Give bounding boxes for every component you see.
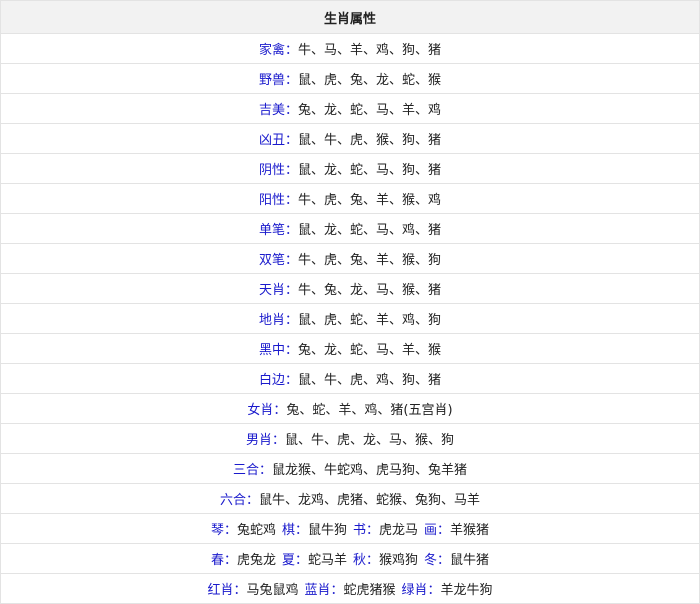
attribute-value: 兔、蛇、羊、鸡、猪(五宫肖) [286,403,453,418]
attribute-label: 春： [210,553,237,568]
attribute-value: 羊龙牛狗 [440,583,493,598]
attribute-value: 牛、虎、兔、羊、猴、狗 [298,253,442,268]
table-row: 阳性：牛、虎、兔、羊、猴、鸡 [0,183,700,214]
attribute-label: 黑中： [258,343,298,358]
table-row: 阴性：鼠、龙、蛇、马、狗、猪 [0,153,700,184]
table-header-row: 生肖属性 [0,0,700,34]
attribute-cell: 春：虎兔龙 夏：蛇马羊 秋：猴鸡狗 冬：鼠牛猪 [0,543,700,574]
attribute-label: 棋： [281,523,308,538]
attribute-label: 书： [353,523,380,538]
table-row: 黑中：兔、龙、蛇、马、羊、猴 [0,333,700,364]
attribute-cell: 白边：鼠、牛、虎、鸡、狗、猪 [0,363,700,394]
table-row: 三合：鼠龙猴、牛蛇鸡、虎马狗、兔羊猪 [0,453,700,484]
attribute-value: 兔、龙、蛇、马、羊、鸡 [298,103,442,118]
attribute-label: 单笔： [258,223,298,238]
table-row: 六合：鼠牛、龙鸡、虎猪、蛇猴、兔狗、马羊 [0,483,700,514]
attribute-value: 羊猴猪 [450,523,490,538]
attribute-cell: 地肖：鼠、虎、蛇、羊、鸡、狗 [0,303,700,334]
table-row: 双笔：牛、虎、兔、羊、猴、狗 [0,243,700,274]
attribute-cell: 阳性：牛、虎、兔、羊、猴、鸡 [0,183,700,214]
attribute-label: 凶丑： [258,133,298,148]
attribute-label: 三合： [232,463,272,478]
attribute-label: 冬： [424,553,451,568]
attribute-label: 蓝肖： [304,583,344,598]
attribute-value: 鼠牛猪 [450,553,490,568]
attribute-label: 男肖： [245,433,285,448]
attribute-cell: 单笔：鼠、龙、蛇、马、鸡、猪 [0,213,700,244]
attribute-cell: 阴性：鼠、龙、蛇、马、狗、猪 [0,153,700,184]
attribute-label: 天肖： [258,283,298,298]
attribute-value: 蛇马羊 [307,553,347,568]
attribute-label: 白边： [258,373,298,388]
attribute-value: 鼠、牛、虎、鸡、狗、猪 [298,373,442,388]
attribute-label: 阳性： [258,193,298,208]
attribute-label: 野兽： [258,73,298,88]
attribute-value: 鼠、虎、蛇、羊、鸡、狗 [298,313,442,328]
attribute-value: 鼠、龙、蛇、马、鸡、猪 [298,223,442,238]
attribute-cell: 男肖：鼠、牛、虎、龙、马、猴、狗 [0,423,700,454]
attribute-value: 鼠龙猴、牛蛇鸡、虎马狗、兔羊猪 [272,463,468,478]
attribute-value: 兔蛇鸡 [236,523,276,538]
attribute-cell: 黑中：兔、龙、蛇、马、羊、猴 [0,333,700,364]
attribute-value: 马兔鼠鸡 [246,583,299,598]
attribute-cell: 双笔：牛、虎、兔、羊、猴、狗 [0,243,700,274]
attribute-value: 牛、兔、龙、马、猴、猪 [298,283,442,298]
attribute-cell: 野兽：鼠、虎、兔、龙、蛇、猴 [0,63,700,94]
table-row: 天肖：牛、兔、龙、马、猴、猪 [0,273,700,304]
attribute-label: 女肖： [247,403,287,418]
zodiac-attributes-table: 生肖属性 家禽：牛、马、羊、鸡、狗、猪 野兽：鼠、虎、兔、龙、蛇、猴 吉美：兔、龙、… [0,0,700,604]
attribute-value: 蛇虎猪猴 [343,583,396,598]
table-row: 野兽：鼠、虎、兔、龙、蛇、猴 [0,63,700,94]
attribute-label: 秋： [353,553,380,568]
attribute-label: 画： [424,523,451,538]
attribute-value: 虎龙马 [379,523,419,538]
attribute-label: 家禽： [258,43,298,58]
attribute-value: 鼠、牛、虎、猴、狗、猪 [298,133,442,148]
attribute-cell: 凶丑：鼠、牛、虎、猴、狗、猪 [0,123,700,154]
attribute-value: 鼠、牛、虎、龙、马、猴、狗 [285,433,455,448]
attribute-value: 牛、虎、兔、羊、猴、鸡 [298,193,442,208]
attribute-cell: 三合：鼠龙猴、牛蛇鸡、虎马狗、兔羊猪 [0,453,700,484]
attribute-cell: 六合：鼠牛、龙鸡、虎猪、蛇猴、兔狗、马羊 [0,483,700,514]
table-row: 地肖：鼠、虎、蛇、羊、鸡、狗 [0,303,700,334]
attribute-cell: 琴：兔蛇鸡 棋：鼠牛狗 书：虎龙马 画：羊猴猪 [0,513,700,544]
attribute-label: 阴性： [258,163,298,178]
attribute-label: 吉美： [258,103,298,118]
attribute-cell: 天肖：牛、兔、龙、马、猴、猪 [0,273,700,304]
attribute-value: 兔、龙、蛇、马、羊、猴 [298,343,442,358]
table-row: 女肖：兔、蛇、羊、鸡、猪(五宫肖) [0,393,700,424]
table-row: 琴：兔蛇鸡 棋：鼠牛狗 书：虎龙马 画：羊猴猪 [0,513,700,544]
attribute-value: 鼠牛狗 [307,523,347,538]
attribute-label: 绿肖： [401,583,441,598]
table-title: 生肖属性 [0,0,700,34]
attribute-value: 鼠、虎、兔、龙、蛇、猴 [298,73,442,88]
table-row: 红肖：马兔鼠鸡 蓝肖：蛇虎猪猴 绿肖：羊龙牛狗 [0,573,700,604]
table-row: 家禽：牛、马、羊、鸡、狗、猪 [0,33,700,64]
attribute-value: 猴鸡狗 [379,553,419,568]
attribute-value: 鼠牛、龙鸡、虎猪、蛇猴、兔狗、马羊 [259,493,481,508]
table-row: 春：虎兔龙 夏：蛇马羊 秋：猴鸡狗 冬：鼠牛猪 [0,543,700,574]
attribute-value: 鼠、龙、蛇、马、狗、猪 [298,163,442,178]
attribute-label: 琴： [210,523,237,538]
attribute-label: 夏： [281,553,308,568]
attribute-label: 红肖： [207,583,247,598]
attribute-cell: 红肖：马兔鼠鸡 蓝肖：蛇虎猪猴 绿肖：羊龙牛狗 [0,573,700,604]
table-row: 白边：鼠、牛、虎、鸡、狗、猪 [0,363,700,394]
attribute-value: 虎兔龙 [236,553,276,568]
table-row: 单笔：鼠、龙、蛇、马、鸡、猪 [0,213,700,244]
attribute-cell: 家禽：牛、马、羊、鸡、狗、猪 [0,33,700,64]
attribute-label: 地肖： [258,313,298,328]
table-body: 家禽：牛、马、羊、鸡、狗、猪 野兽：鼠、虎、兔、龙、蛇、猴 吉美：兔、龙、蛇、马、羊… [0,33,700,604]
attribute-label: 双笔： [258,253,298,268]
table-row: 凶丑：鼠、牛、虎、猴、狗、猪 [0,123,700,154]
attribute-label: 六合： [219,493,259,508]
attribute-cell: 女肖：兔、蛇、羊、鸡、猪(五宫肖) [0,393,700,424]
attribute-value: 牛、马、羊、鸡、狗、猪 [298,43,442,58]
table-row: 吉美：兔、龙、蛇、马、羊、鸡 [0,93,700,124]
attribute-cell: 吉美：兔、龙、蛇、马、羊、鸡 [0,93,700,124]
table-row: 男肖：鼠、牛、虎、龙、马、猴、狗 [0,423,700,454]
